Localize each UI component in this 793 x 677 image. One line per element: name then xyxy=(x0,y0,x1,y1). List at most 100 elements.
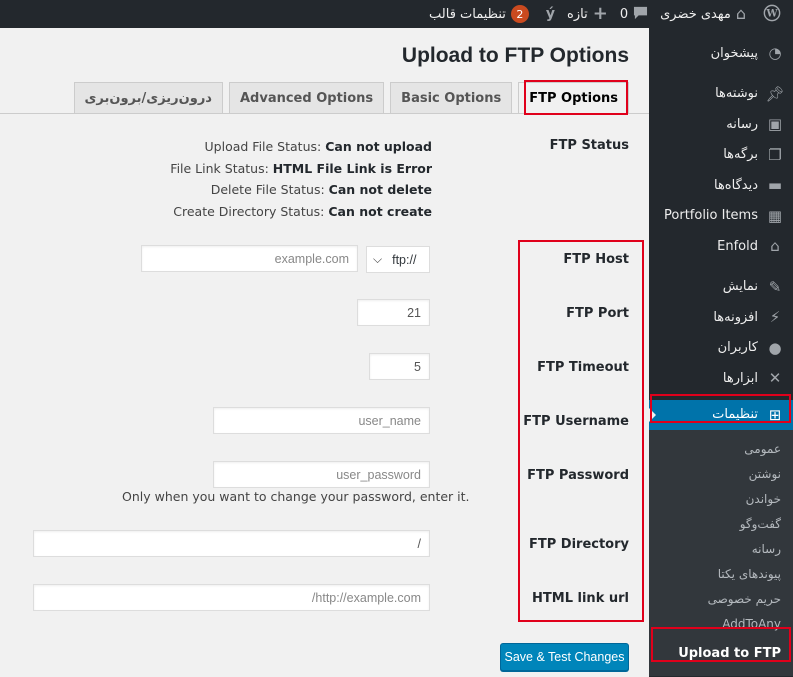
comment-icon xyxy=(633,6,648,23)
ftp-port-value: 21 xyxy=(407,305,421,320)
tab-import-export[interactable]: درون‌ریزی/برون‌بری xyxy=(73,82,223,113)
ftp-password-input[interactable]: user_password xyxy=(213,461,430,488)
tabs-divider xyxy=(0,113,649,114)
yoast-menu[interactable]: ý xyxy=(535,0,561,28)
menu-label: Enfold xyxy=(717,238,758,254)
dashboard-icon: ◔ xyxy=(768,44,782,63)
ftp-timeout-label: FTP Timeout xyxy=(537,360,629,375)
menu-label: ابزارها xyxy=(722,370,758,386)
create-dir-status-line: Create Directory Status: Can not create xyxy=(173,203,432,219)
submenu-privacy[interactable]: حریم خصوصی xyxy=(649,586,793,611)
delete-status-value: Can not delete xyxy=(328,182,432,197)
chevron-down-icon: ⌵ xyxy=(373,252,383,266)
site-name-menu[interactable]: ⌂ مهدی خضری xyxy=(654,0,752,28)
menu-comments[interactable]: ▬ دیدگاه‌ها xyxy=(649,170,793,201)
submenu-writing[interactable]: نوشتن xyxy=(649,461,793,486)
main-content: Upload to FTP Options FTP Options Basic … xyxy=(0,28,649,677)
comments-count: 0 xyxy=(619,6,629,22)
menu-label: افزونه‌ها xyxy=(713,309,758,325)
submenu-addtoany[interactable]: AddToAny xyxy=(649,611,793,636)
html-link-placeholder: http://example.com/ xyxy=(311,590,421,605)
menu-label: کاربران xyxy=(717,340,758,356)
submenu-discussion[interactable]: گفت‌وگو xyxy=(649,511,793,536)
link-status-value: HTML File Link is Error xyxy=(272,160,432,176)
menu-settings[interactable]: ⊞ تنظیمات xyxy=(649,399,793,430)
menu-dashboard[interactable]: ◔ پیشخوان xyxy=(649,38,793,69)
ftp-username-label: FTP Username xyxy=(523,414,629,429)
ftp-password-label: FTP Password xyxy=(527,468,629,483)
menu-label: نوشته‌ها xyxy=(715,86,758,102)
ftp-directory-label: FTP Directory xyxy=(528,537,629,552)
users-icon: ● xyxy=(768,338,782,357)
submenu-media[interactable]: رسانه xyxy=(649,536,793,561)
menu-label: نمایش xyxy=(722,279,758,295)
html-link-input[interactable]: http://example.com/ xyxy=(33,584,430,611)
submenu-permalinks[interactable]: پیوندهای یکتا xyxy=(649,561,793,586)
menu-label: پیشخوان xyxy=(710,45,758,61)
submenu-upload-to-ftp[interactable]: Upload to FTP xyxy=(649,638,793,668)
ftp-username-input[interactable]: user_name xyxy=(213,407,430,434)
menu-posts[interactable]: 📌︎ نوشته‌ها xyxy=(649,79,793,110)
tab-basic-options[interactable]: Basic Options xyxy=(390,82,513,113)
upload-status-line: Upload File Status: Can not upload xyxy=(204,139,432,154)
media-icon: ▣ xyxy=(767,115,783,134)
menu-label: برگه‌ها xyxy=(723,147,758,163)
tab-advanced-options[interactable]: Advanced Options xyxy=(228,82,385,113)
link-status-line: File Link Status: HTML File Link is Erro… xyxy=(170,160,432,176)
submenu-reading[interactable]: خواندن xyxy=(649,486,793,511)
create-dir-status-value: Can not create xyxy=(328,203,432,219)
tools-icon: ✕ xyxy=(768,369,782,388)
admin-bar: W ⌂ مهدی خضری 0 + تازه ý 2 تنظیمات قالب xyxy=(0,0,793,28)
ftp-host-input[interactable]: example.com xyxy=(141,245,358,272)
ftp-status-label: FTP Status xyxy=(549,138,629,153)
ftp-port-input[interactable]: 21 xyxy=(357,299,430,326)
admin-sidebar: ◔ پیشخوان 📌︎ نوشته‌ها ▣ رسانه ❐ برگه‌ها … xyxy=(649,28,793,677)
pin-icon: 📌︎ xyxy=(765,84,785,103)
menu-pages[interactable]: ❐ برگه‌ها xyxy=(649,140,793,171)
comments-menu[interactable]: 0 xyxy=(614,0,654,28)
updates-menu[interactable]: 2 تنظیمات قالب xyxy=(423,0,535,28)
ftp-timeout-input[interactable]: 5 xyxy=(369,353,430,380)
home-icon: ⌂ xyxy=(735,4,746,23)
menu-users[interactable]: ● کاربران xyxy=(649,333,793,364)
svg-text:W: W xyxy=(765,8,778,19)
menu-label: رسانه xyxy=(726,116,758,132)
delete-status-line: Delete File Status: Can not delete xyxy=(210,182,432,197)
appearance-icon: ✎ xyxy=(768,277,782,296)
highlight-labels xyxy=(518,240,644,622)
menu-enfold[interactable]: ⌂ Enfold xyxy=(649,231,793,262)
menu-label: دیدگاه‌ها xyxy=(713,177,758,193)
ftp-directory-value: / xyxy=(417,536,421,551)
menu-plugins[interactable]: ⚡︎ افزونه‌ها xyxy=(649,302,793,333)
ftp-host-label: FTP Host xyxy=(563,252,629,267)
new-content-menu[interactable]: + تازه xyxy=(561,0,614,28)
menu-portfolio[interactable]: ▦ Portfolio Items xyxy=(649,201,793,232)
upload-status-value: Can not upload xyxy=(325,139,432,154)
ftp-directory-input[interactable]: / xyxy=(33,530,430,557)
menu-appearance[interactable]: ✎ نمایش xyxy=(649,272,793,303)
settings-icon: ⊞ xyxy=(768,405,782,424)
ftp-host-placeholder: example.com xyxy=(274,251,349,266)
enfold-icon: ⌂ xyxy=(770,237,780,256)
password-hint: Only when you want to change your passwo… xyxy=(122,489,470,504)
protocol-select[interactable]: ⌵ ftp:// xyxy=(366,246,430,273)
ftp-timeout-value: 5 xyxy=(414,359,421,374)
comments-icon: ▬ xyxy=(767,176,783,195)
menu-label: Portfolio Items xyxy=(664,208,758,224)
ftp-username-placeholder: user_name xyxy=(358,413,421,428)
plugins-icon: ⚡︎ xyxy=(769,308,781,327)
wp-logo-menu[interactable]: W xyxy=(752,0,787,28)
portfolio-icon: ▦ xyxy=(767,206,783,225)
site-name: مهدی خضری xyxy=(660,6,731,22)
updates-badge: 2 xyxy=(510,5,529,23)
submenu-general[interactable]: عمومی xyxy=(649,436,793,461)
status-lines: Upload File Status: Can not upload File … xyxy=(170,136,432,222)
wordpress-icon: W xyxy=(763,4,781,25)
page-title: Upload to FTP Options xyxy=(401,44,629,67)
settings-submenu: عمومی نوشتن خواندن گفت‌وگو رسانه پیوندها… xyxy=(649,430,793,676)
menu-media[interactable]: ▣ رسانه xyxy=(649,109,793,140)
menu-tools[interactable]: ✕ ابزارها xyxy=(649,363,793,394)
tab-ftp-options[interactable]: FTP Options xyxy=(518,82,629,113)
save-test-button[interactable]: Save & Test Changes xyxy=(500,643,629,671)
ftp-port-label: FTP Port xyxy=(566,306,629,321)
